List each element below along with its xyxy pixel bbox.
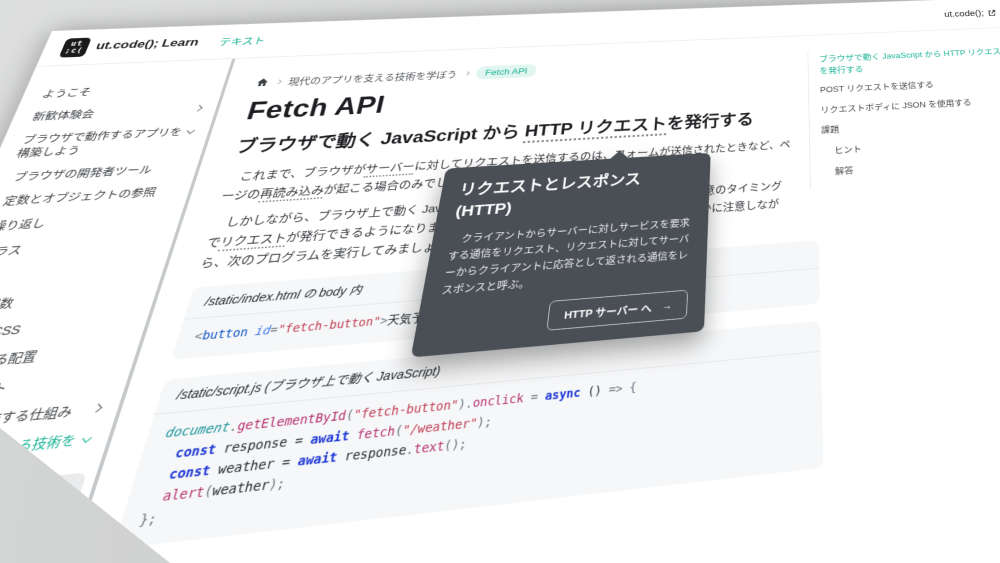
- sidebar-item-label: 配列: [0, 270, 1, 288]
- arrow-right-icon: →: [661, 300, 672, 313]
- breadcrumb-section[interactable]: 現代のアプリを支える技術を学ぼう: [287, 67, 458, 87]
- term-http-request[interactable]: HTTP リクエスト: [523, 115, 667, 143]
- brand-title[interactable]: ut.code(); Learn: [94, 37, 201, 53]
- tooltip-button-label: HTTP サーバー へ: [563, 300, 652, 322]
- sidebar-item-label: 高度な CSS: [0, 322, 24, 344]
- tooltip-title: リクエストとレスポンス (HTTP): [454, 166, 694, 224]
- sidebar-item-label: ブラウザで動作するアプリを構築しよう: [14, 125, 184, 160]
- utcode-logo-icon[interactable]: ut ;c(: [59, 37, 92, 57]
- breadcrumb-current-badge[interactable]: Fetch API: [475, 64, 537, 80]
- sidebar-item-label: CSS による配置: [0, 348, 40, 374]
- sidebar-item-label: ブラウザの開発者ツール: [11, 162, 154, 184]
- chevron-right-icon: [42, 552, 53, 563]
- sidebar-item-label: 無名関数: [0, 295, 17, 315]
- breadcrumb-separator-icon: [464, 71, 469, 75]
- term-request[interactable]: リクエスト: [218, 231, 289, 251]
- nav-link-text[interactable]: テキスト: [217, 34, 267, 49]
- toc-item[interactable]: ブラウザで動く JavaScript から HTTP リクエストを発行する: [819, 45, 1000, 76]
- browser-page: ut ;c( ut.code(); Learn テキスト ut.code();: [0, 0, 1000, 563]
- sidebar-item-label: ようこそ: [40, 86, 93, 101]
- toc-item[interactable]: 課題: [821, 113, 1000, 137]
- screenshot-viewport: ut ;c( ut.code(); Learn テキスト ut.code();: [0, 0, 1000, 563]
- toc-item[interactable]: POST リクエストを送信する: [820, 74, 1000, 96]
- tooltip-body: クライアントからサーバーに対しサービスを要求する通信をリクエスト、リクエストに対…: [440, 215, 691, 300]
- toc-item[interactable]: ヒント: [821, 132, 1000, 157]
- home-icon[interactable]: [255, 77, 270, 87]
- external-site-label: ut.code();: [944, 9, 985, 20]
- term-server[interactable]: サーバー: [364, 161, 416, 178]
- chevron-right-icon: [194, 105, 202, 112]
- external-site-link[interactable]: ut.code();: [944, 8, 997, 19]
- heading-text: ブラウザで動く JavaScript から: [234, 123, 526, 157]
- sidebar-item-label: 新歓体験会: [30, 107, 96, 123]
- term-reload[interactable]: 再読み込み: [258, 184, 326, 203]
- heading-text: を発行する: [666, 111, 754, 133]
- chevron-down-icon: [82, 434, 92, 443]
- toc-item[interactable]: リクエストボディに JSON を使用する: [820, 93, 1000, 116]
- sidebar-item-label: クラス: [0, 243, 25, 261]
- chevron-right-icon: [92, 403, 102, 412]
- term-tooltip: リクエストとレスポンス (HTTP) クライアントからサーバーに対しサービスを要…: [411, 153, 711, 358]
- external-link-icon: [987, 9, 997, 17]
- logo-text-line2: ;c(: [64, 47, 85, 55]
- table-of-contents: ブラウザで動く JavaScript から HTTP リクエストを発行するPOS…: [808, 43, 1000, 188]
- sidebar-item-label: プロジェクト: [0, 379, 10, 404]
- sidebar-item-label: 繰り返し: [0, 216, 48, 234]
- chevron-down-icon: [187, 127, 195, 134]
- breadcrumb-separator-icon: [276, 79, 282, 84]
- tooltip-link-button[interactable]: HTTP サーバー へ →: [547, 290, 689, 331]
- toc-item[interactable]: 解答: [822, 153, 1000, 179]
